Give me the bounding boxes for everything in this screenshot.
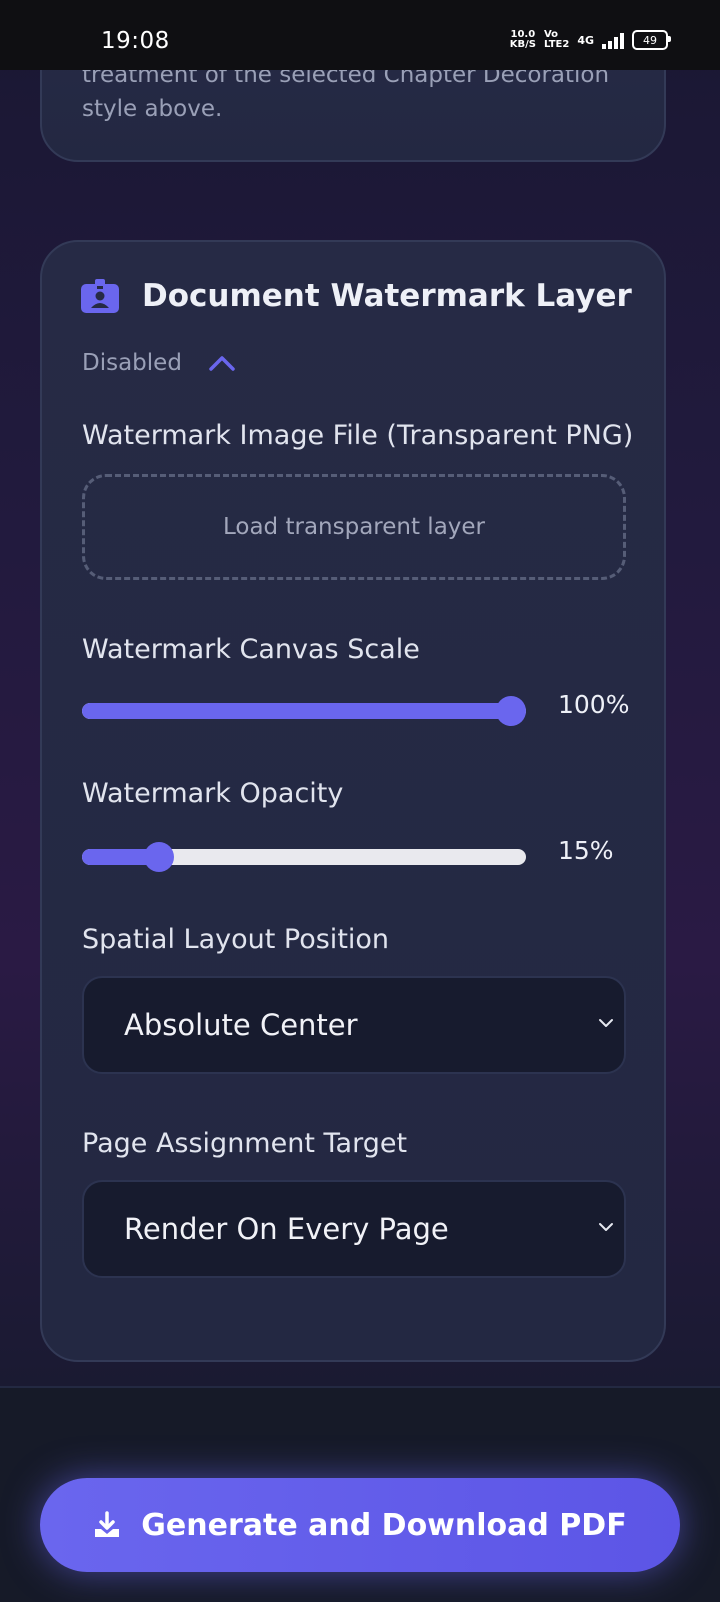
opacity-label: Watermark Opacity: [82, 778, 344, 809]
opacity-slider-thumb[interactable]: [144, 842, 175, 872]
battery-icon: 49: [632, 30, 671, 50]
chevron-up-icon[interactable]: [208, 354, 236, 372]
status-icons: 10.0 KB/S Vo LTE2 4G 49: [510, 30, 671, 50]
status-bar: 19:08 10.0 KB/S Vo LTE2 4G 49: [0, 0, 720, 70]
dropzone-placeholder: Load transparent layer: [222, 514, 486, 540]
page-target-select[interactable]: Render On Every Page: [82, 1180, 626, 1278]
watermark-status: Disabled: [82, 350, 182, 376]
scale-label: Watermark Canvas Scale: [82, 634, 420, 665]
badge-icon: [81, 279, 119, 313]
volte-bottom: LTE2: [543, 39, 570, 50]
network-type: 4G: [577, 33, 594, 47]
battery-level: 49: [643, 33, 657, 47]
position-selected: Absolute Center: [124, 1008, 358, 1042]
watermark-card: Document Watermark Layer Disabled Waterm…: [40, 240, 666, 1362]
signal-icon: [602, 31, 624, 49]
opacity-value: 15%: [558, 836, 614, 865]
page-target-selected: Render On Every Page: [124, 1212, 449, 1246]
watermark-card-header: Document Watermark Layer: [80, 278, 632, 314]
chevron-down-icon: [599, 1019, 613, 1027]
scale-value: 100%: [558, 690, 630, 719]
watermark-image-dropzone[interactable]: Load transparent layer: [82, 474, 626, 580]
generate-pdf-button[interactable]: Generate and Download PDF: [40, 1478, 680, 1572]
chevron-down-icon: [599, 1223, 613, 1231]
scale-slider[interactable]: [82, 696, 526, 726]
volte-icon: Vo LTE2: [544, 30, 569, 50]
download-icon: [95, 1511, 120, 1537]
status-time: 19:08: [101, 28, 170, 54]
position-select[interactable]: Absolute Center: [82, 976, 626, 1074]
position-label: Spatial Layout Position: [82, 924, 390, 955]
network-speed: 10.0 KB/S: [510, 30, 536, 50]
opacity-slider[interactable]: [82, 842, 526, 872]
watermark-status-row: Disabled: [82, 350, 236, 376]
image-file-label: Watermark Image File (Transparent PNG): [82, 420, 634, 451]
watermark-card-title: Document Watermark Layer: [142, 278, 632, 314]
page-target-label: Page Assignment Target: [82, 1128, 408, 1159]
scale-slider-thumb[interactable]: [496, 696, 526, 726]
network-speed-unit: KB/S: [509, 39, 536, 50]
scale-slider-fill: [82, 703, 511, 719]
generate-pdf-label: Generate and Download PDF: [141, 1507, 627, 1543]
